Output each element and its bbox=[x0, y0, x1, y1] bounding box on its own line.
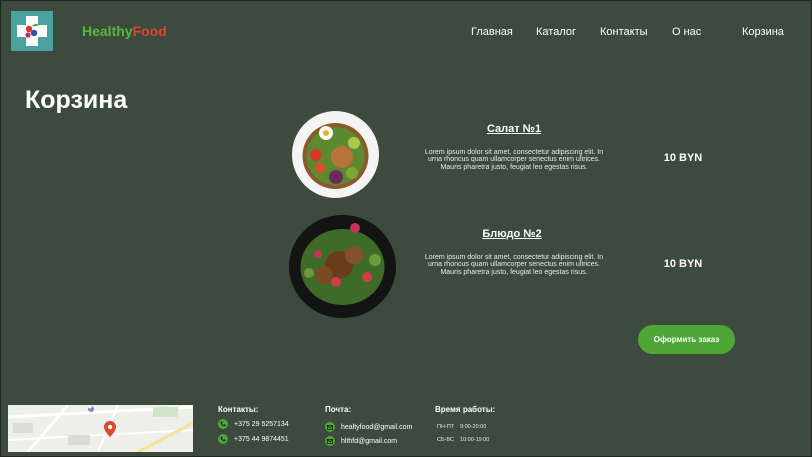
brand-part-1: Healthy bbox=[82, 23, 133, 39]
footer-contacts-title: Контакты: bbox=[218, 405, 259, 414]
nav-contacts[interactable]: Контакты bbox=[600, 26, 648, 38]
item-image-salad bbox=[292, 111, 379, 198]
map-pin-icon bbox=[104, 421, 116, 437]
mail-icon bbox=[325, 436, 335, 446]
cart-item-description: Lorem ipsum dolor sit amet, consectetur … bbox=[424, 254, 604, 276]
brand-name[interactable]: HealthyFood bbox=[82, 23, 167, 39]
location-map[interactable] bbox=[8, 405, 193, 452]
footer-hours-title: Время работы: bbox=[435, 405, 496, 414]
phone-icon bbox=[218, 434, 228, 444]
logo-cross-icon bbox=[17, 16, 47, 46]
email-address: hlthfd@gmail.com bbox=[341, 437, 398, 445]
hours-weekend-label: СБ-ВС bbox=[437, 437, 454, 443]
phone-icon bbox=[218, 419, 228, 429]
hours-weekend-time: 10:00-19:00 bbox=[460, 437, 490, 443]
footer-email-2[interactable]: hlthfd@gmail.com bbox=[325, 436, 397, 446]
footer-phone-1[interactable]: +375 29 5257134 bbox=[218, 419, 289, 429]
cart-item-name[interactable]: Блюдо №2 bbox=[417, 228, 607, 240]
hours-weekdays-label: ПН-ПТ bbox=[437, 424, 455, 430]
footer-email-1[interactable]: healtyfood@gmail.com bbox=[325, 422, 412, 432]
page-frame bbox=[0, 0, 812, 457]
hours-weekdays-time: 9:00-20:00 bbox=[460, 424, 487, 430]
footer-mail-title: Почта: bbox=[325, 405, 352, 414]
email-address: healtyfood@gmail.com bbox=[341, 423, 413, 431]
cart-item-description: Lorem ipsum dolor sit amet, consectetur … bbox=[424, 149, 604, 171]
footer-phone-2[interactable]: +375 44 9874451 bbox=[218, 434, 289, 444]
nav-cart[interactable]: Корзина bbox=[742, 26, 784, 38]
cart-item-price: 10 BYN bbox=[663, 152, 703, 164]
cart-item-name[interactable]: Салат №1 bbox=[419, 123, 609, 135]
item-image-dish bbox=[289, 215, 396, 318]
nav-about[interactable]: О нас bbox=[672, 26, 701, 38]
logo[interactable] bbox=[11, 11, 53, 51]
checkout-button[interactable]: Оформить заказ bbox=[638, 325, 735, 354]
phone-number: +375 29 5257134 bbox=[234, 420, 289, 428]
brand-part-2: Food bbox=[132, 23, 167, 39]
mail-icon bbox=[325, 422, 335, 432]
nav-home[interactable]: Главная bbox=[471, 26, 513, 38]
nav-catalog[interactable]: Каталог bbox=[536, 26, 576, 38]
phone-number: +375 44 9874451 bbox=[234, 435, 289, 443]
page-title: Корзина bbox=[25, 86, 128, 114]
cart-item-price: 10 BYN bbox=[663, 258, 703, 270]
